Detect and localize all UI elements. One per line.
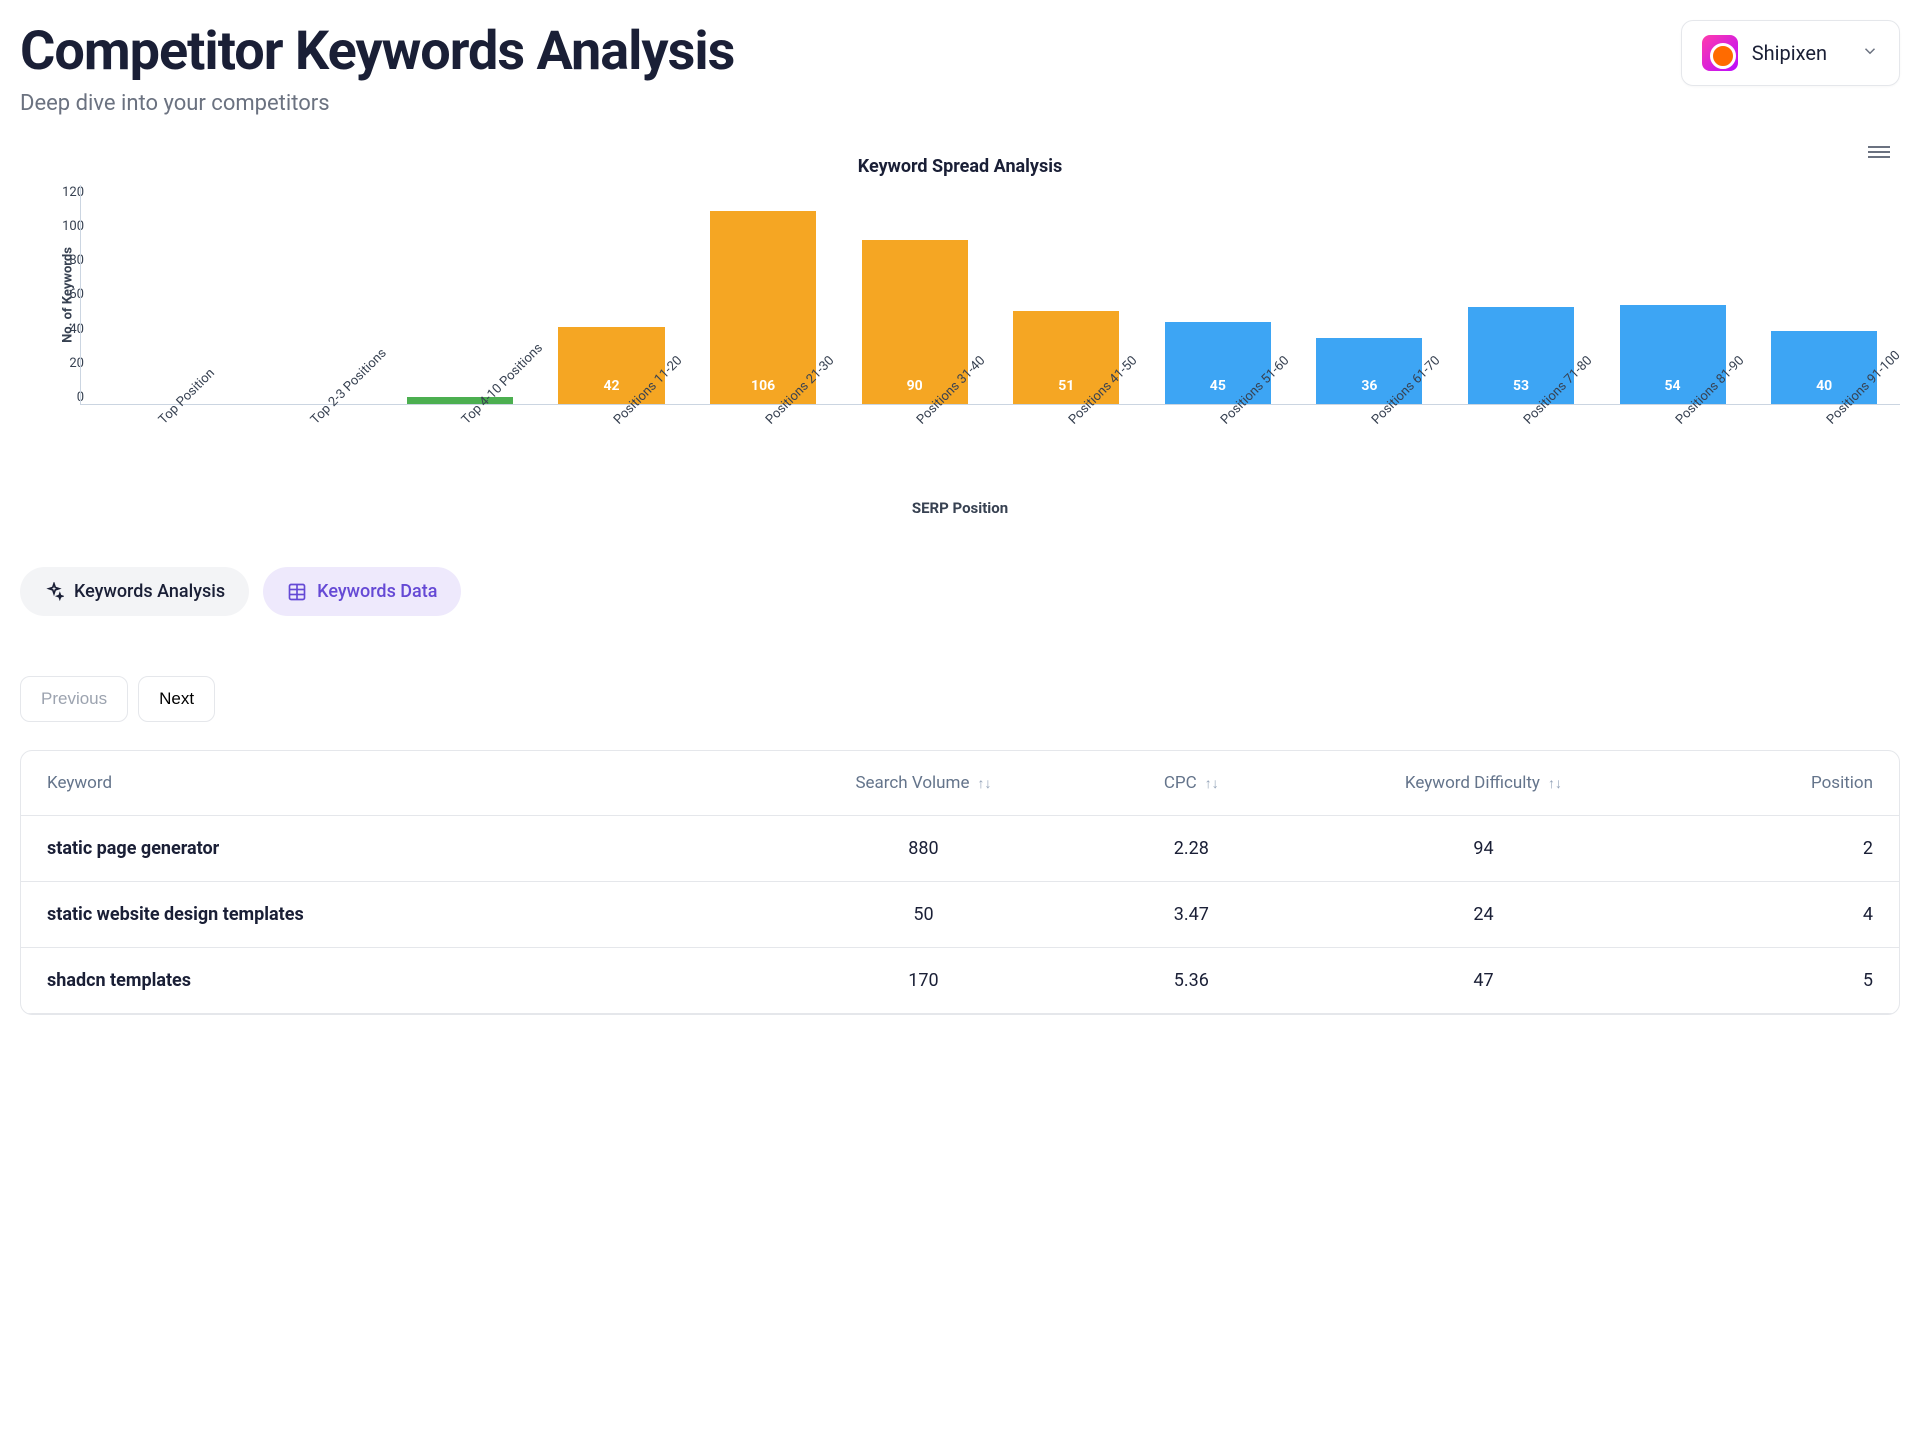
col-cpc[interactable]: CPC ↑↓ xyxy=(1070,773,1313,793)
cell-position: 2 xyxy=(1654,838,1873,859)
cell-position: 5 xyxy=(1654,970,1873,991)
x-axis-label: SERP Position xyxy=(20,499,1900,517)
chart-title: Keyword Spread Analysis xyxy=(20,156,1900,177)
col-position: Position xyxy=(1654,773,1873,793)
keywords-table: Keyword Search Volume ↑↓ CPC ↑↓ Keyword … xyxy=(20,750,1900,1015)
page-subtitle: Deep dive into your competitors xyxy=(20,91,734,116)
table-row[interactable]: static page generator8802.28942 xyxy=(21,816,1899,882)
cell-cpc: 5.36 xyxy=(1070,970,1313,991)
cell-cpc: 2.28 xyxy=(1070,838,1313,859)
cell-position: 4 xyxy=(1654,904,1873,925)
competitor-select[interactable]: Shipixen xyxy=(1681,20,1900,86)
tab-keywords-data[interactable]: Keywords Data xyxy=(263,567,461,616)
cell-keyword: static website design templates xyxy=(47,904,777,925)
sort-icon: ↑↓ xyxy=(1205,775,1219,792)
previous-button[interactable]: Previous xyxy=(20,676,128,722)
cell-keyword: static page generator xyxy=(47,838,777,859)
cell-difficulty: 94 xyxy=(1313,838,1654,859)
cell-difficulty: 24 xyxy=(1313,904,1654,925)
col-volume[interactable]: Search Volume ↑↓ xyxy=(777,773,1069,793)
col-keyword: Keyword xyxy=(47,773,777,793)
table-row[interactable]: static website design templates503.47244 xyxy=(21,882,1899,948)
tab-label: Keywords Data xyxy=(317,581,437,602)
tab-label: Keywords Analysis xyxy=(74,581,225,602)
competitor-logo xyxy=(1702,35,1738,71)
table-header: Keyword Search Volume ↑↓ CPC ↑↓ Keyword … xyxy=(21,751,1899,816)
tab-keywords-analysis[interactable]: Keywords Analysis xyxy=(20,567,249,616)
cell-volume: 170 xyxy=(777,970,1069,991)
chart-menu-icon[interactable] xyxy=(1868,146,1890,158)
competitor-name: Shipixen xyxy=(1752,41,1827,65)
cell-cpc: 3.47 xyxy=(1070,904,1313,925)
cell-volume: 50 xyxy=(777,904,1069,925)
cell-keyword: shadcn templates xyxy=(47,970,777,991)
cell-difficulty: 47 xyxy=(1313,970,1654,991)
next-button[interactable]: Next xyxy=(138,676,215,722)
col-difficulty[interactable]: Keyword Difficulty ↑↓ xyxy=(1313,773,1654,793)
page-title: Competitor Keywords Analysis xyxy=(20,20,734,83)
chevron-down-icon xyxy=(1861,42,1879,64)
sparkle-icon xyxy=(44,582,64,602)
table-row[interactable]: shadcn templates1705.36475 xyxy=(21,948,1899,1014)
x-axis-labels: Top PositionTop 2-3 PositionsTop 4-10 Po… xyxy=(20,409,1900,499)
y-axis-ticks: 120100806040200 xyxy=(48,185,84,405)
sort-icon: ↑↓ xyxy=(977,775,991,792)
cell-volume: 880 xyxy=(777,838,1069,859)
table-icon xyxy=(287,582,307,602)
sort-icon: ↑↓ xyxy=(1548,775,1562,792)
